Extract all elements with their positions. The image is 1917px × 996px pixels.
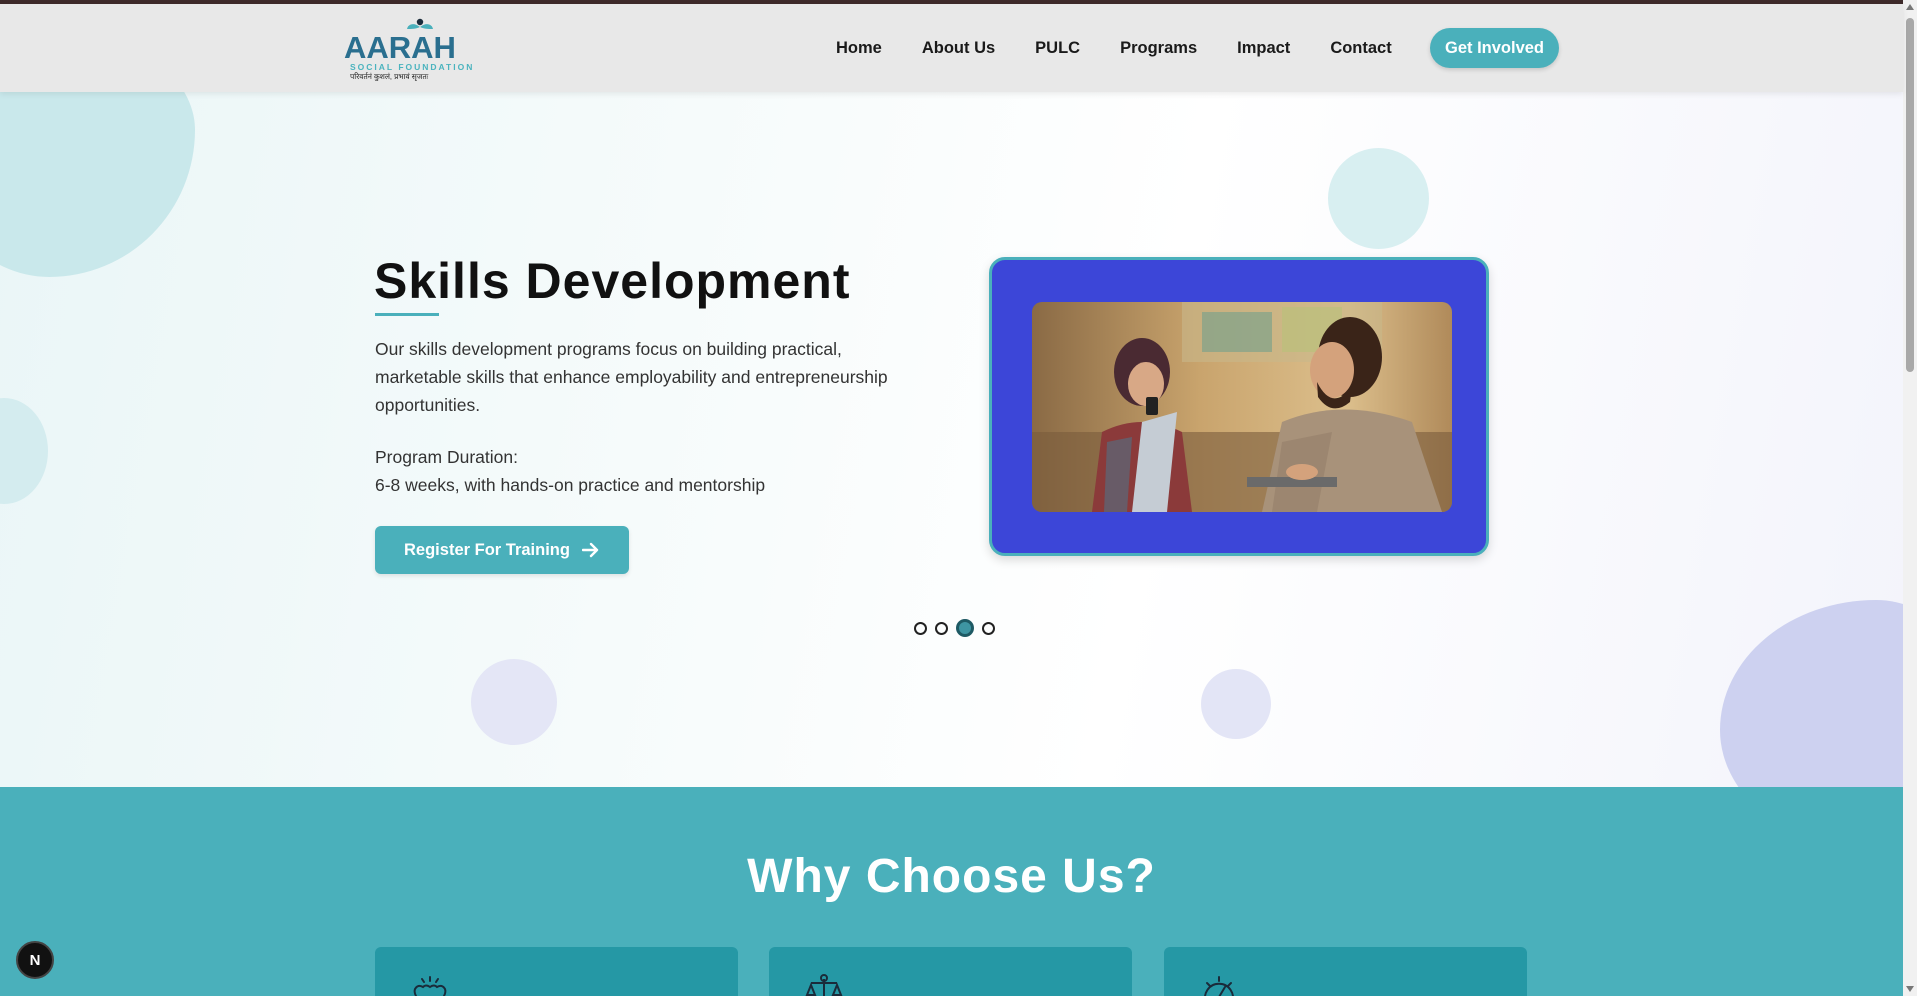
- carousel-dot-4[interactable]: [982, 621, 995, 635]
- people-with-laptop-image: [1032, 302, 1452, 512]
- site-logo[interactable]: AARAH SOCIAL FOUNDATION परिवर्तनं कुशलं,…: [344, 18, 472, 82]
- slide-image-frame: [989, 257, 1489, 556]
- slide-photo: [1032, 302, 1452, 512]
- decorative-blob: [1328, 148, 1429, 249]
- hero-description: Our skills development programs focus on…: [375, 339, 888, 415]
- scrollbar-thumb[interactable]: [1906, 18, 1914, 372]
- page-scrollbar[interactable]: [1903, 0, 1917, 996]
- carousel-dot-3-active[interactable]: [956, 619, 974, 637]
- duration-value: 6-8 weeks, with hands-on practice and me…: [375, 475, 766, 495]
- nav-impact[interactable]: Impact: [1237, 39, 1290, 58]
- feature-card-1: [375, 947, 738, 996]
- dev-tools-badge[interactable]: N: [16, 941, 54, 979]
- decorative-blob: [0, 92, 195, 277]
- hero-title: Skills Development: [374, 253, 851, 309]
- title-underline: [375, 313, 439, 316]
- nav-programs[interactable]: Programs: [1120, 39, 1197, 58]
- logo-tagline: परिवर्तनं कुशलं, प्रभावं सृजतः: [350, 72, 429, 81]
- scroll-down-arrow-icon[interactable]: [1906, 986, 1914, 992]
- site-header: AARAH SOCIAL FOUNDATION परिवर्तनं कुशलं,…: [0, 4, 1903, 92]
- logo-wordmark: AARAH: [344, 30, 456, 65]
- get-involved-button[interactable]: Get Involved: [1430, 28, 1559, 68]
- arrow-right-icon: [581, 542, 599, 558]
- register-training-button[interactable]: Register For Training: [375, 526, 629, 574]
- nav-about-us[interactable]: About Us: [922, 39, 995, 58]
- scroll-up-arrow-icon[interactable]: [1906, 4, 1914, 10]
- balance-scale-icon: [805, 974, 843, 996]
- carousel-dot-2[interactable]: [935, 621, 948, 635]
- main-nav: Home About Us PULC Programs Impact Conta…: [836, 4, 1432, 92]
- feature-card-3: [1164, 947, 1527, 996]
- decorative-blob: [0, 398, 48, 504]
- carousel-dots: [914, 619, 995, 637]
- why-choose-us-section: Why Choose Us?: [0, 787, 1903, 996]
- carousel-dot-1[interactable]: [914, 621, 927, 635]
- why-choose-us-title: Why Choose Us?: [747, 850, 1156, 903]
- decorative-blob: [471, 659, 557, 745]
- feature-card-2: [769, 947, 1132, 996]
- decorative-blob: [1720, 600, 1903, 787]
- heart-hands-icon: [413, 976, 447, 996]
- logo-subtitle: SOCIAL FOUNDATION: [350, 62, 475, 72]
- nav-contact[interactable]: Contact: [1330, 39, 1391, 58]
- duration-label: Program Duration:: [375, 447, 518, 467]
- speedometer-icon: [1204, 976, 1234, 996]
- decorative-blob: [1201, 669, 1271, 739]
- nav-pulc[interactable]: PULC: [1035, 39, 1080, 58]
- register-button-label: Register For Training: [404, 540, 570, 559]
- nav-home[interactable]: Home: [836, 39, 882, 58]
- hero-carousel: Skills Development Our skills developmen…: [0, 92, 1903, 787]
